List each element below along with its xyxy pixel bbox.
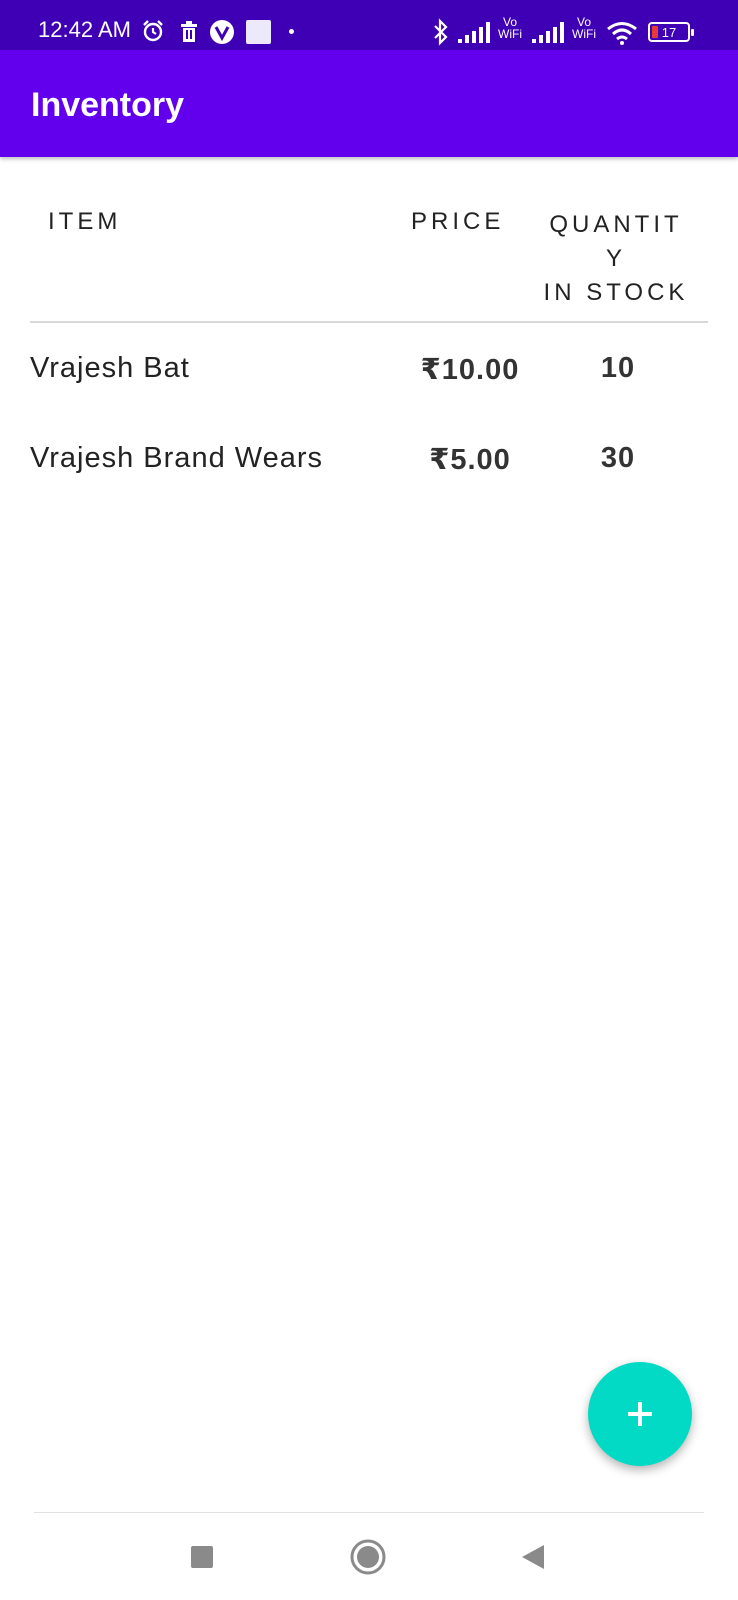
wifi-icon [606,21,638,45]
item-name: Vrajesh Bat [30,352,190,384]
dot-icon [289,29,294,34]
bluetooth-icon [432,18,450,46]
signal-1-icon [458,22,490,44]
nav-divider [34,1512,704,1513]
recent-apps-button[interactable] [180,1537,224,1581]
vowifi-1: Vo WiFi [498,15,522,41]
page-title: Inventory [31,86,185,124]
signal-2-icon [532,22,564,44]
item-quantity: 30 [600,442,636,474]
header-divider [30,321,708,323]
battery-icon: 17 [648,22,694,42]
notification-square-icon [246,20,271,44]
item-name: Vrajesh Brand Wears [30,442,324,474]
column-header-quantity: QUANTIT Y IN STOCK [536,208,696,310]
alarm-icon [141,19,165,43]
column-header-quantity-line2: Y [605,245,626,272]
column-header-price: PRICE [411,208,505,235]
recent-apps-icon [190,1545,214,1574]
trash-icon [179,21,199,43]
status-time: 12:42 AM [38,17,131,42]
vpn-icon [209,19,235,45]
screen: 12:42 AM Vo WiFi Vo WiFi 17 Inventory IT… [0,0,738,1600]
home-icon [349,1538,387,1581]
battery-level: 17 [661,25,677,40]
add-item-button[interactable] [588,1362,692,1466]
item-price: ₹5.00 [429,444,511,476]
table-row[interactable]: Vrajesh Brand Wears ₹5.00 30 [0,442,738,502]
column-header-item: ITEM [48,208,122,235]
table-row[interactable]: Vrajesh Bat ₹10.00 10 [0,352,738,412]
item-price: ₹10.00 [420,354,520,386]
item-quantity: 10 [600,352,636,384]
column-header-quantity-line1: QUANTIT [549,211,683,238]
home-button[interactable] [346,1537,390,1581]
back-button[interactable] [511,1537,555,1581]
status-bar: 12:42 AM Vo WiFi Vo WiFi 17 [0,0,738,50]
app-bar: Inventory [0,50,738,157]
back-icon [520,1543,546,1576]
column-header-quantity-line3: IN STOCK [543,279,689,306]
plus-icon [626,1400,654,1428]
vowifi-2: Vo WiFi [572,15,596,41]
